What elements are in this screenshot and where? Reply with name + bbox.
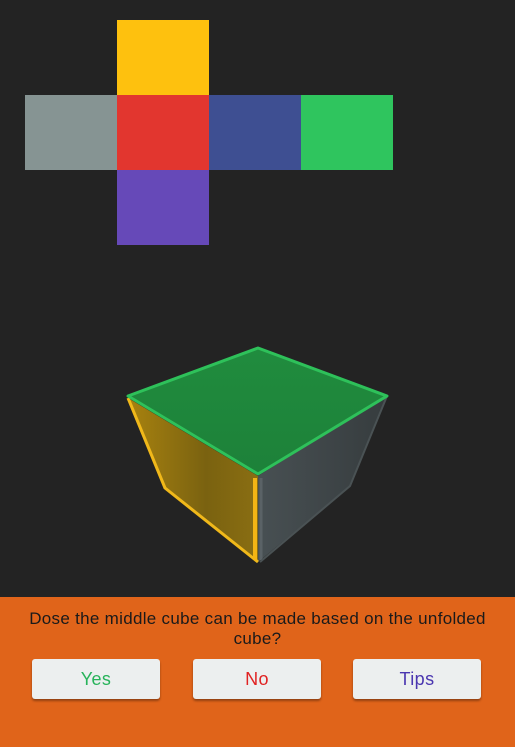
question-panel: Dose the middle cube can be made based o…	[0, 597, 515, 747]
game-area	[0, 0, 515, 597]
yes-button[interactable]: Yes	[32, 659, 160, 699]
cube-3d	[126, 346, 389, 564]
question-text: Dose the middle cube can be made based o…	[29, 609, 486, 648]
no-button[interactable]: No	[193, 659, 321, 699]
tips-button[interactable]: Tips	[353, 659, 481, 699]
